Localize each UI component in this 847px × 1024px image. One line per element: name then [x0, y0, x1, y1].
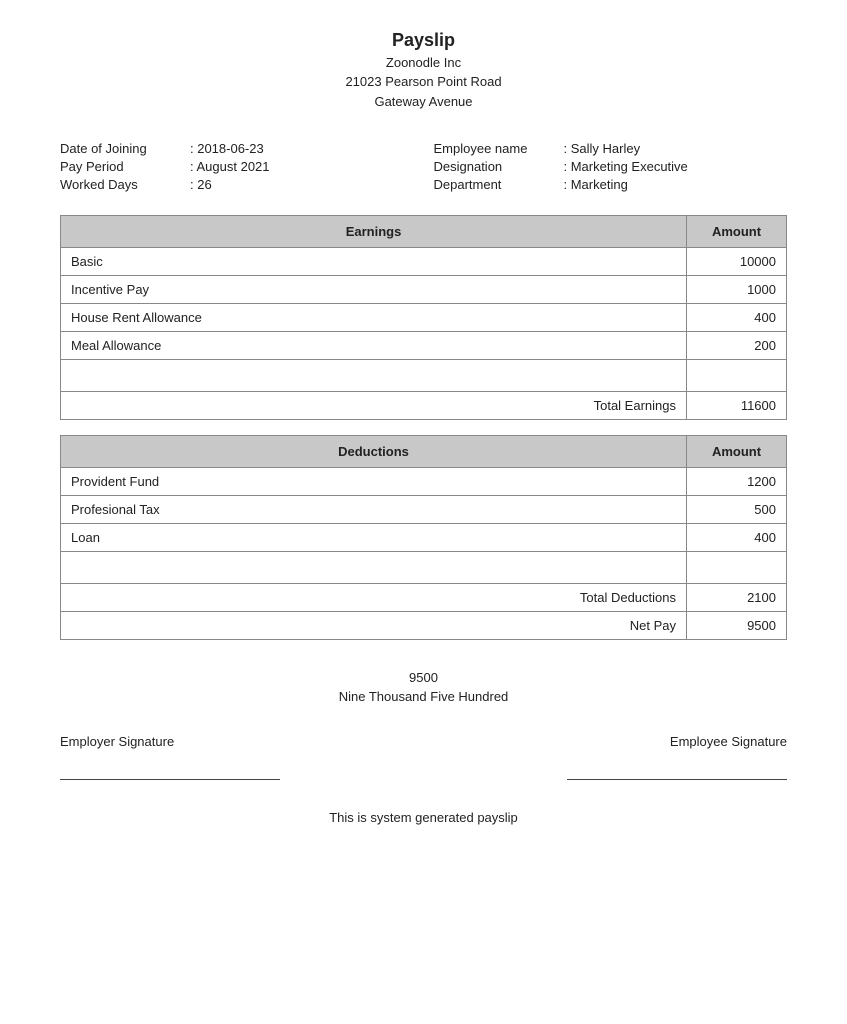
deductions-header-amount: Amount — [687, 436, 787, 468]
employer-signature-line — [60, 779, 280, 780]
hra-amount: 400 — [687, 304, 787, 332]
designation-label: Designation — [434, 159, 564, 174]
earnings-row-meal: Meal Allowance 200 — [61, 332, 787, 360]
meal-amount: 200 — [687, 332, 787, 360]
hra-label: House Rent Allowance — [61, 304, 687, 332]
pay-period-row: Pay Period : August 2021 — [60, 159, 414, 174]
loan-amount: 400 — [687, 524, 787, 552]
worked-days-label: Worked Days — [60, 177, 190, 192]
payslip-title: Payslip — [60, 30, 787, 51]
earnings-row-basic: Basic 10000 — [61, 248, 787, 276]
earnings-header-label: Earnings — [61, 216, 687, 248]
deductions-total-amount: 2100 — [687, 584, 787, 612]
net-pay-amount: 9500 — [687, 612, 787, 640]
employee-name-label: Employee name — [434, 141, 564, 156]
deductions-empty-row — [61, 552, 787, 584]
address-line1: 21023 Pearson Point Road — [345, 74, 501, 89]
earnings-header-amount: Amount — [687, 216, 787, 248]
employee-info-right: Employee name : Sally Harley Designation… — [434, 141, 788, 195]
worked-days-value: : 26 — [190, 177, 212, 192]
earnings-total-label: Total Earnings — [61, 392, 687, 420]
earnings-empty-cell — [61, 360, 687, 392]
department-value: : Marketing — [564, 177, 628, 192]
earnings-row-hra: House Rent Allowance 400 — [61, 304, 787, 332]
earnings-row-incentive: Incentive Pay 1000 — [61, 276, 787, 304]
company-address: 21023 Pearson Point Road Gateway Avenue — [60, 72, 787, 111]
earnings-empty-amount — [687, 360, 787, 392]
date-of-joining-label: Date of Joining — [60, 141, 190, 156]
employee-info-left: Date of Joining : 2018-06-23 Pay Period … — [60, 141, 414, 195]
incentive-label: Incentive Pay — [61, 276, 687, 304]
footer: This is system generated payslip — [60, 810, 787, 825]
signature-line-section — [60, 779, 787, 780]
deductions-table: Deductions Amount Provident Fund 1200 Pr… — [60, 435, 787, 640]
department-row: Department : Marketing — [434, 177, 788, 192]
signature-section: Employer Signature Employee Signature — [60, 734, 787, 749]
net-pay-label: Net Pay — [61, 612, 687, 640]
header: Payslip Zoonodle Inc 21023 Pearson Point… — [60, 30, 787, 111]
pay-period-value: : August 2021 — [190, 159, 270, 174]
employee-info: Date of Joining : 2018-06-23 Pay Period … — [60, 141, 787, 195]
deductions-row-loan: Loan 400 — [61, 524, 787, 552]
deductions-total-label: Total Deductions — [61, 584, 687, 612]
pf-label: Provident Fund — [61, 468, 687, 496]
employee-name-row: Employee name : Sally Harley — [434, 141, 788, 156]
earnings-total-row: Total Earnings 11600 — [61, 392, 787, 420]
employee-name-value: : Sally Harley — [564, 141, 641, 156]
earnings-total-amount: 11600 — [687, 392, 787, 420]
tax-label: Profesional Tax — [61, 496, 687, 524]
meal-label: Meal Allowance — [61, 332, 687, 360]
deductions-row-pf: Provident Fund 1200 — [61, 468, 787, 496]
date-of-joining-row: Date of Joining : 2018-06-23 — [60, 141, 414, 156]
net-amount-words: Nine Thousand Five Hundred — [60, 689, 787, 704]
address-line2: Gateway Avenue — [374, 94, 472, 109]
deductions-empty-amount — [687, 552, 787, 584]
footer-text: This is system generated payslip — [329, 810, 518, 825]
pf-amount: 1200 — [687, 468, 787, 496]
department-label: Department — [434, 177, 564, 192]
net-amount-number: 9500 — [60, 670, 787, 685]
designation-value: : Marketing Executive — [564, 159, 688, 174]
earnings-empty-row — [61, 360, 787, 392]
deductions-total-row: Total Deductions 2100 — [61, 584, 787, 612]
pay-period-label: Pay Period — [60, 159, 190, 174]
deductions-header-label: Deductions — [61, 436, 687, 468]
loan-label: Loan — [61, 524, 687, 552]
basic-amount: 10000 — [687, 248, 787, 276]
incentive-amount: 1000 — [687, 276, 787, 304]
employee-signature-line — [567, 779, 787, 780]
basic-label: Basic — [61, 248, 687, 276]
tax-amount: 500 — [687, 496, 787, 524]
deductions-header-row: Deductions Amount — [61, 436, 787, 468]
company-name: Zoonodle Inc — [60, 55, 787, 70]
worked-days-row: Worked Days : 26 — [60, 177, 414, 192]
deductions-row-tax: Profesional Tax 500 — [61, 496, 787, 524]
earnings-header-row: Earnings Amount — [61, 216, 787, 248]
net-pay-row: Net Pay 9500 — [61, 612, 787, 640]
deductions-empty-cell — [61, 552, 687, 584]
employer-signature-label: Employer Signature — [60, 734, 174, 749]
net-amount-section: 9500 Nine Thousand Five Hundred — [60, 670, 787, 704]
designation-row: Designation : Marketing Executive — [434, 159, 788, 174]
date-of-joining-value: : 2018-06-23 — [190, 141, 264, 156]
employee-signature-label: Employee Signature — [670, 734, 787, 749]
earnings-table: Earnings Amount Basic 10000 Incentive Pa… — [60, 215, 787, 420]
